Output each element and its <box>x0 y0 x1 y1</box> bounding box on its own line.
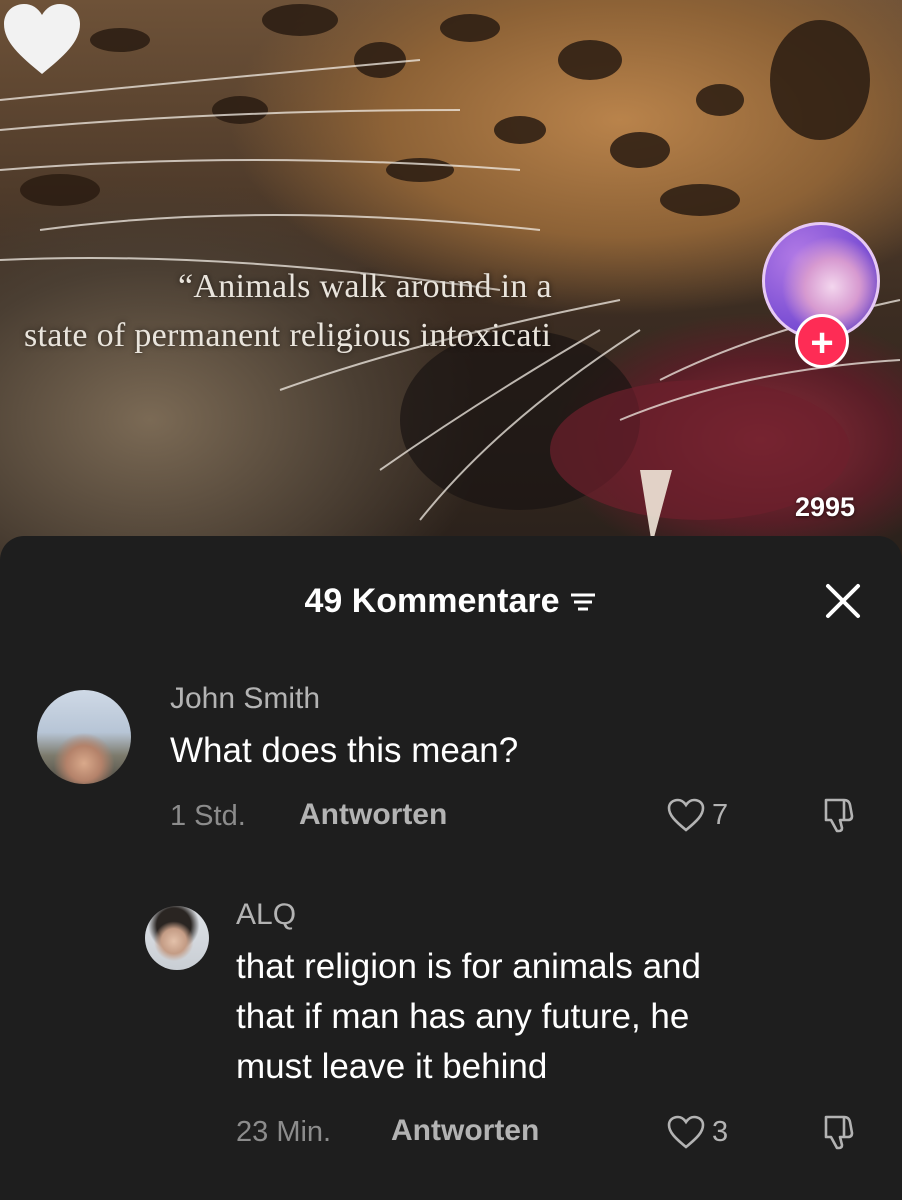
reply-text-line-1: that religion is for animals and <box>236 947 701 986</box>
comments-count-title: 49 Kommentare <box>304 582 560 620</box>
reply-like-button[interactable]: 3 <box>666 1114 728 1150</box>
comment-text: What does this mean? <box>170 731 519 770</box>
video-caption-line-2: state of permanent religious intoxicati <box>24 317 552 354</box>
reply-text: that religion is for animals and that if… <box>236 942 701 1092</box>
thumbs-down-icon[interactable] <box>822 1113 856 1151</box>
reply-like-count: 3 <box>712 1115 729 1148</box>
thumbs-down-icon[interactable] <box>822 796 856 834</box>
comments-header: 49 Kommentare <box>0 582 902 621</box>
comments-sheet: 49 Kommentare <box>0 536 902 1200</box>
reply-button[interactable]: Antworten <box>391 1114 539 1148</box>
comment-timestamp: 1 Std. <box>170 800 246 832</box>
video-player[interactable]: “Animals walk around in a state of perma… <box>0 0 902 560</box>
reply-text-line-2: that if man has any future, he <box>236 997 690 1036</box>
comment-like-count: 7 <box>712 798 729 831</box>
like-count: 2995 <box>794 492 856 522</box>
comment-like-button[interactable]: 7 <box>666 797 728 833</box>
reply-text-line-3: must leave it behind <box>236 1047 548 1086</box>
avatar-john-smith[interactable] <box>37 690 131 784</box>
reply-button[interactable]: Antworten <box>299 798 447 832</box>
reply-username[interactable]: ALQ <box>236 898 296 932</box>
plus-icon: + <box>810 321 834 365</box>
reply-timestamp: 23 Min. <box>236 1116 332 1148</box>
avatar-alq[interactable] <box>145 906 209 970</box>
heart-outline-icon <box>667 1115 705 1149</box>
sort-icon[interactable] <box>568 590 598 614</box>
close-icon[interactable] <box>820 578 866 624</box>
follow-button[interactable]: + <box>795 314 849 368</box>
heart-outline-icon <box>667 798 705 832</box>
heart-icon[interactable] <box>0 0 84 78</box>
comment-username[interactable]: John Smith <box>170 682 320 716</box>
